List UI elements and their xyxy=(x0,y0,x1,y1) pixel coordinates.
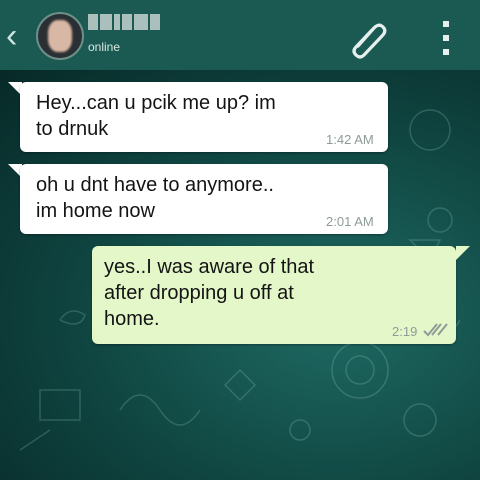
chevron-left-icon[interactable]: ‹ xyxy=(6,18,26,54)
message-bubble-incoming[interactable]: oh u dnt have to anymore.. im home now 2… xyxy=(20,164,388,234)
double-check-icon xyxy=(423,323,448,337)
chat-area[interactable]: Hey...can u pcik me up? im to drnuk 1:42… xyxy=(0,70,480,480)
message-text: oh u dnt have to anymore.. im home now xyxy=(36,174,274,222)
chat-header: ‹ online xyxy=(0,0,480,70)
message-text: yes..I was aware of that after dropping … xyxy=(104,256,315,330)
contact-status: online xyxy=(88,40,121,54)
message-bubble-incoming[interactable]: Hey...can u pcik me up? im to drnuk 1:42… xyxy=(20,82,388,152)
message-bubble-outgoing[interactable]: yes..I was aware of that after dropping … xyxy=(92,246,456,344)
avatar[interactable] xyxy=(36,12,84,60)
avatar-photo xyxy=(48,20,72,52)
paperclip-icon[interactable] xyxy=(346,16,390,60)
message-time: 2:19 xyxy=(392,324,418,339)
message-time: 2:01 AM xyxy=(326,214,374,229)
contact-name-redacted[interactable] xyxy=(88,14,168,34)
bubble-tail-outgoing xyxy=(456,246,470,260)
message-text: Hey...can u pcik me up? im to drnuk xyxy=(36,92,276,140)
more-vert-icon[interactable] xyxy=(440,18,452,58)
message-time: 1:42 AM xyxy=(326,132,374,147)
